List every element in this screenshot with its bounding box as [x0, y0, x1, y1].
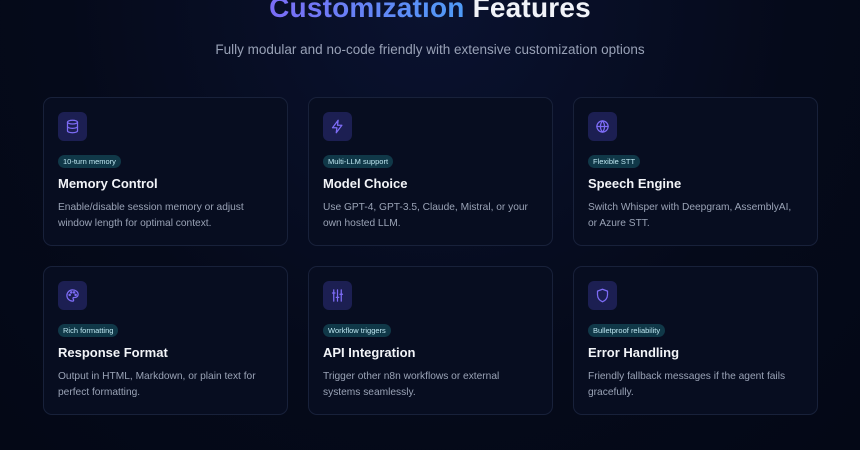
section-title: Customization Features	[0, 0, 860, 24]
feature-title: Model Choice	[323, 176, 408, 191]
feature-description: Output in HTML, Markdown, or plain text …	[58, 371, 256, 398]
globe-icon	[588, 112, 617, 141]
feature-card-speech-engine: Flexible STT Speech Engine Switch Whispe…	[573, 97, 818, 246]
section-title-rest: Features	[464, 0, 591, 23]
section-title-accent: Customization	[269, 0, 464, 23]
feature-badge: Flexible STT	[588, 155, 641, 168]
feature-card-memory-control: 10-turn memory Memory Control Enable/dis…	[43, 97, 288, 246]
feature-card-response-format: Rich formatting Response Format Output i…	[43, 266, 288, 415]
feature-badge: Bulletproof reliability	[588, 324, 666, 337]
features-section: Customization Features Fully modular and…	[0, 0, 860, 450]
feature-badge: Multi-LLM support	[323, 155, 394, 168]
feature-title: Memory Control	[58, 176, 158, 191]
feature-description: Friendly fallback messages if the agent …	[588, 371, 786, 398]
feature-grid: 10-turn memory Memory Control Enable/dis…	[43, 97, 818, 415]
lightning-icon	[323, 112, 352, 141]
feature-description: Use GPT-4, GPT-3.5, Claude, Mistral, or …	[323, 202, 528, 229]
feature-badge: Rich formatting	[58, 324, 119, 337]
palette-icon	[58, 281, 87, 310]
section-subtitle: Fully modular and no-code friendly with …	[215, 42, 645, 57]
database-icon	[58, 112, 87, 141]
feature-description: Enable/disable session memory or adjust …	[58, 202, 244, 229]
feature-title: Response Format	[58, 345, 168, 360]
sliders-icon	[323, 281, 352, 310]
feature-card-model-choice: Multi-LLM support Model Choice Use GPT-4…	[308, 97, 553, 246]
feature-card-api-integration: Workflow triggers API Integration Trigge…	[308, 266, 553, 415]
feature-card-error-handling: Bulletproof reliability Error Handling F…	[573, 266, 818, 415]
feature-description: Switch Whisper with Deepgram, AssemblyAI…	[588, 202, 792, 229]
feature-badge: Workflow triggers	[323, 324, 391, 337]
feature-badge: 10-turn memory	[58, 155, 121, 168]
feature-description: Trigger other n8n workflows or external …	[323, 371, 500, 398]
shield-icon	[588, 281, 617, 310]
feature-title: Error Handling	[588, 345, 680, 360]
feature-title: API Integration	[323, 345, 416, 360]
feature-title: Speech Engine	[588, 176, 682, 191]
